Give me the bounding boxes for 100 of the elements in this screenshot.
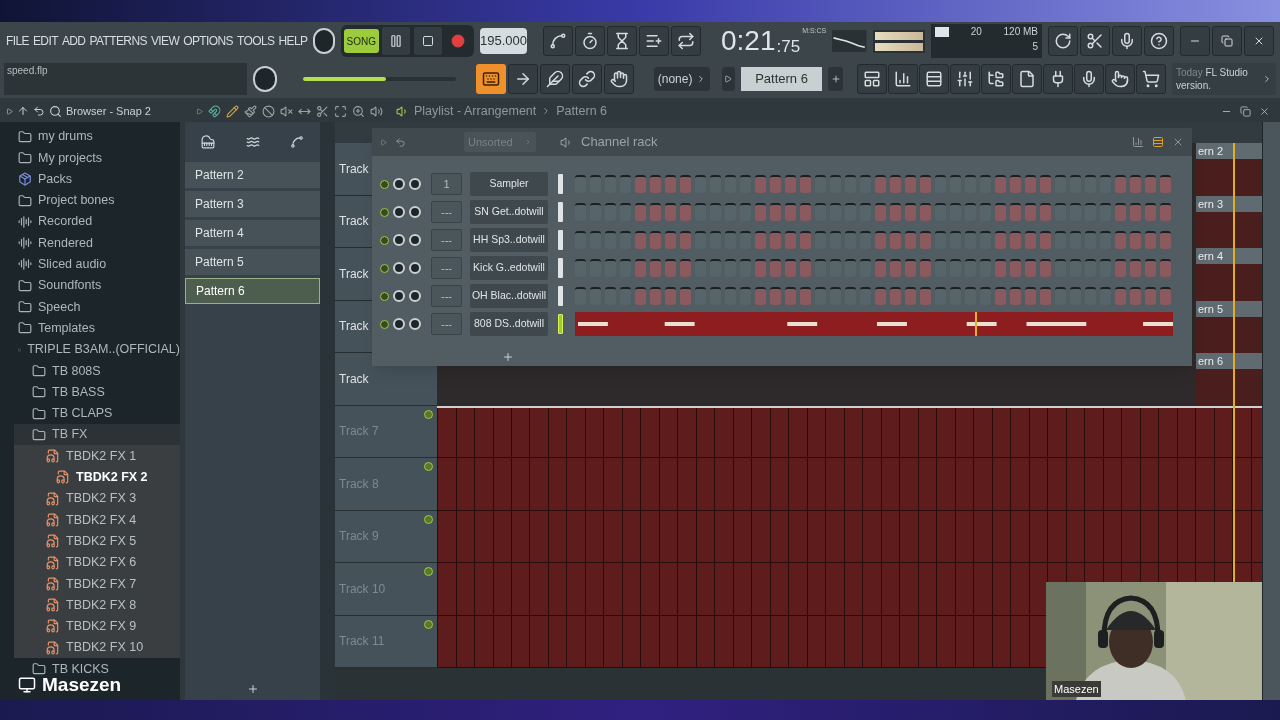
browser-item[interactable]: TB BASS [52,382,105,402]
metronome-button[interactable] [543,26,573,56]
menu-item[interactable]: HELP [278,32,308,50]
cart-button[interactable] [1136,64,1166,94]
browser-button[interactable] [981,64,1011,94]
step-button[interactable] [995,175,1006,193]
pan-knob[interactable] [393,206,405,218]
brush-icon[interactable] [244,104,257,118]
mixer-track-field[interactable]: 1 [431,173,462,195]
pattern-item[interactable]: Pattern 2 [185,162,320,188]
step-button[interactable] [890,231,901,249]
browser-item[interactable]: TB CLAPS [52,404,113,423]
menu-item[interactable]: VIEW [150,32,180,50]
volume-knob[interactable] [409,234,421,246]
step-button[interactable] [875,287,886,305]
close-button[interactable] [1172,136,1184,148]
step-button[interactable] [785,175,796,193]
channel-toggle[interactable] [380,179,389,189]
step-button[interactable] [1025,231,1036,249]
step-button[interactable] [665,231,676,249]
mixer-track-field[interactable]: --- [431,229,462,251]
pan-knob[interactable] [393,262,405,274]
browser-item[interactable]: TB FX [52,425,88,445]
mixer-button[interactable] [950,64,980,94]
step-button[interactable] [1040,231,1051,249]
step-button[interactable] [680,231,691,249]
arrow-up-icon[interactable] [17,105,29,117]
magnet-icon[interactable] [208,104,221,118]
select-icon[interactable] [334,104,347,118]
step-button[interactable] [1025,259,1036,277]
pattern-clip[interactable] [437,510,1262,563]
channel-toggle[interactable] [380,207,389,217]
step-button[interactable] [890,175,901,193]
step-button[interactable] [1025,203,1036,221]
channel-toggle[interactable] [380,291,389,301]
browser-item[interactable]: Packs [38,169,73,189]
step-button[interactable] [650,203,661,221]
step-button[interactable] [785,203,796,221]
pattern-clip[interactable] [437,615,1046,668]
countdown-button[interactable] [607,26,637,56]
volume-knob[interactable] [409,290,421,302]
restore-button[interactable] [1240,105,1251,117]
pattern-item[interactable]: Pattern 3 [185,191,320,217]
microphone-button[interactable] [1074,64,1104,94]
mute-button[interactable] [424,567,433,576]
browser-item[interactable]: Recorded [38,212,93,232]
step-button[interactable] [1025,287,1036,305]
step-button[interactable] [635,231,646,249]
step-button[interactable] [905,175,916,193]
pan-knob[interactable] [393,290,405,302]
search-icon[interactable] [49,104,62,118]
step-button[interactable] [1115,231,1126,249]
step-button[interactable] [1130,203,1141,221]
add-pattern-icon[interactable] [246,683,259,695]
step-button[interactable] [770,287,781,305]
overdub-button[interactable] [639,26,669,56]
pattern-item[interactable]: Pattern 5 [185,249,320,275]
step-button[interactable] [1115,259,1126,277]
step-button[interactable] [890,259,901,277]
step-button[interactable] [1145,287,1156,305]
browser-item[interactable]: Speech [38,297,81,317]
browser-item[interactable]: My projects [38,148,102,168]
step-button[interactable] [755,203,766,221]
step-button[interactable] [1160,287,1171,305]
pitch-knob[interactable] [252,66,278,92]
menu-item[interactable]: ADD [61,32,86,50]
mute-button[interactable] [424,619,433,629]
step-button[interactable] [770,203,781,221]
step-button[interactable] [1010,287,1021,305]
step-button[interactable] [920,287,931,305]
pan-knob[interactable] [393,178,405,190]
step-button[interactable] [890,203,901,221]
step-button[interactable] [755,287,766,305]
step-button[interactable] [800,231,811,249]
speaker-icon[interactable] [370,104,383,118]
browser-item[interactable]: Rendered [38,233,93,253]
piano-roll-preview[interactable] [575,312,1173,336]
undo-icon[interactable] [33,105,45,117]
step-button[interactable] [800,203,811,221]
playlist-button[interactable] [857,64,887,94]
play-icon[interactable] [380,138,387,146]
step-button[interactable] [665,175,676,193]
step-button[interactable] [905,287,916,305]
close-button[interactable] [1259,105,1270,117]
step-button[interactable] [1010,231,1021,249]
help-button[interactable] [1144,26,1174,56]
step-button[interactable] [920,175,931,193]
step-button[interactable] [1025,175,1036,193]
channel-button[interactable]: Kick G..edotwill [470,256,548,280]
volume-knob[interactable] [409,178,421,190]
step-button[interactable] [770,175,781,193]
step-button[interactable] [875,231,886,249]
step-button[interactable] [650,231,661,249]
step-button[interactable] [755,259,766,277]
step-button[interactable] [1145,175,1156,193]
cut-button[interactable] [1080,26,1110,56]
browser-item[interactable]: Soundfonts [38,276,102,296]
main-volume-knob[interactable] [313,28,335,54]
step-button[interactable] [875,203,886,221]
step-button[interactable] [1160,175,1171,193]
